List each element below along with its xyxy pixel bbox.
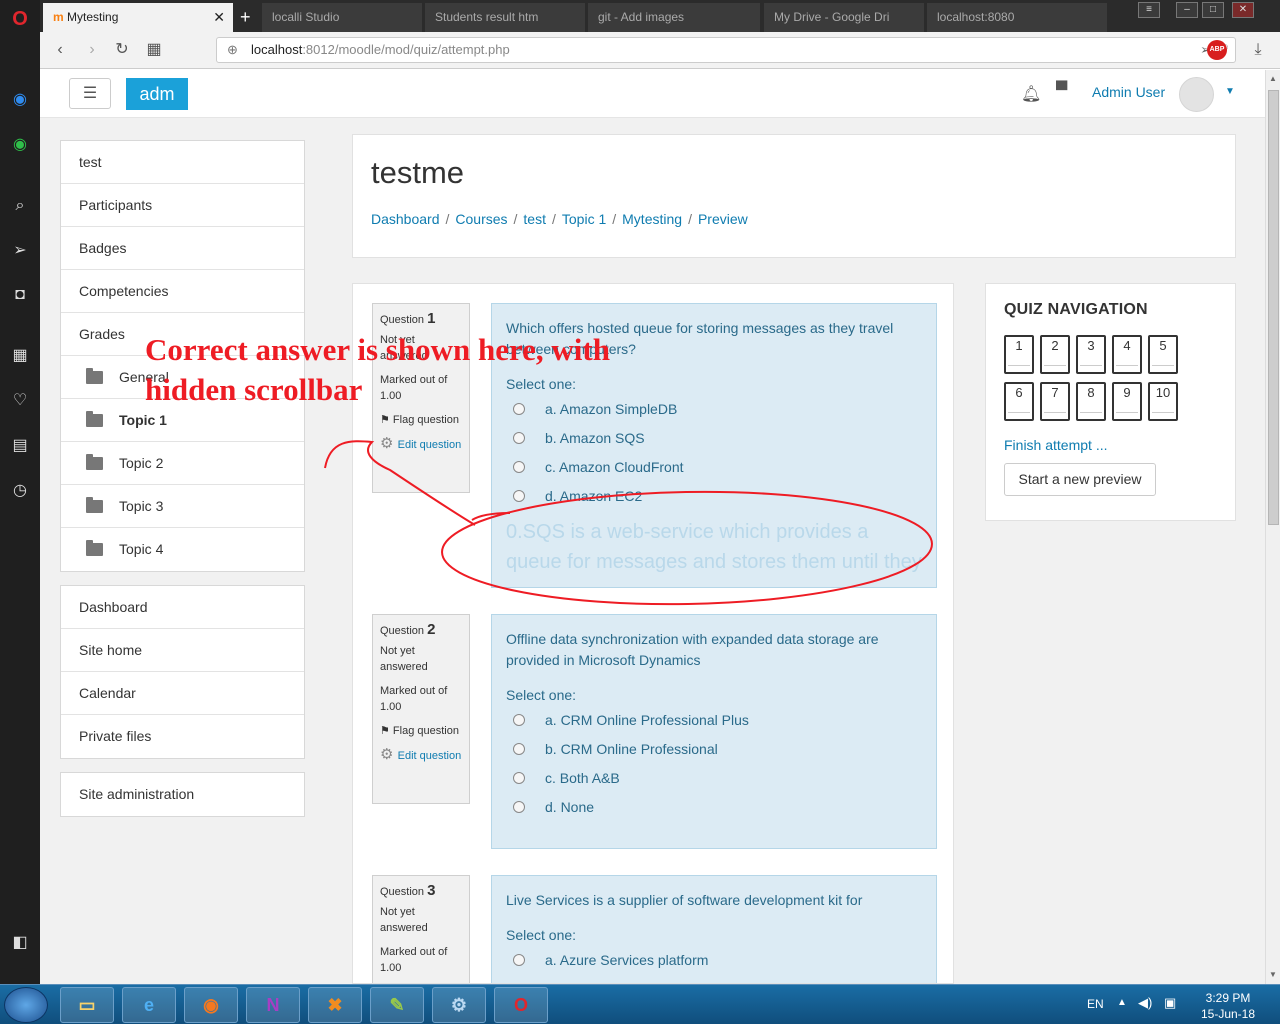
- network-icon[interactable]: ▣: [1164, 995, 1176, 1011]
- internet-explorer-icon[interactable]: e: [122, 987, 176, 1023]
- firefox-icon[interactable]: ◉: [184, 987, 238, 1023]
- settings-gear-icon[interactable]: ⚙: [432, 987, 486, 1023]
- opera-taskbar-icon[interactable]: O: [494, 987, 548, 1023]
- start-button[interactable]: [4, 987, 48, 1023]
- xampp-icon[interactable]: ✖: [308, 987, 362, 1023]
- onenote-icon[interactable]: N: [246, 987, 300, 1023]
- tray-clock[interactable]: 3:29 PM 15-Jun-18: [1198, 990, 1258, 1022]
- annotation-drawing: [324, 440, 933, 606]
- volume-icon[interactable]: ◀): [1138, 995, 1152, 1011]
- tray-expand-icon[interactable]: ▲: [1117, 997, 1127, 1008]
- clock-time: 3:29 PM: [1205, 991, 1251, 1005]
- notepad-icon[interactable]: ✎: [370, 987, 424, 1023]
- annotation-ellipse: [441, 490, 933, 606]
- file-explorer-icon[interactable]: ▭: [60, 987, 114, 1023]
- clock-date: 15-Jun-18: [1200, 1007, 1256, 1021]
- windows-taskbar: ▭ e ◉ N ✖ ✎ ⚙ O EN ▲ ◀) ▣ 3:29 PM 15-Jun…: [0, 984, 1280, 1024]
- annotation-arrow-line: [324, 440, 511, 526]
- language-indicator[interactable]: EN: [1087, 997, 1104, 1011]
